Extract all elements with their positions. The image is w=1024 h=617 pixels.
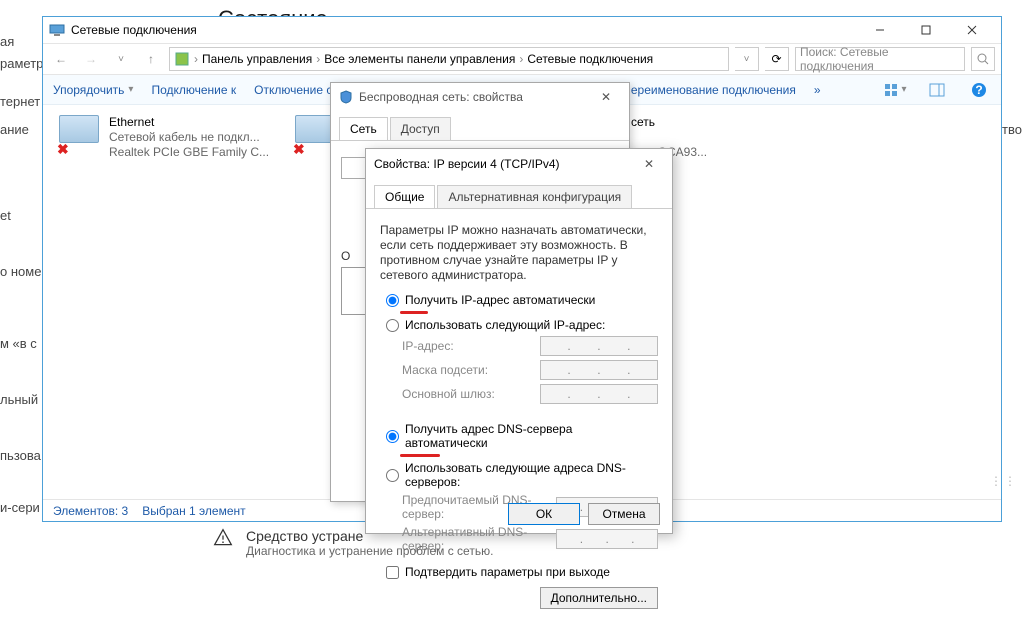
refresh-button[interactable]: ⟳ (765, 47, 789, 71)
highlight-marker (400, 454, 440, 457)
shield-icon (339, 90, 353, 104)
close-button[interactable] (949, 17, 995, 43)
checkbox-label: Подтвердить параметры при выходе (405, 565, 610, 579)
radio-input[interactable] (386, 294, 399, 307)
radio-dns-auto[interactable]: Получить адрес DNS-сервера автоматически (386, 422, 658, 450)
radio-dns-manual[interactable]: Использовать следующие адреса DNS-сервер… (386, 461, 658, 489)
radio-input[interactable] (386, 430, 399, 443)
svg-text:?: ? (975, 83, 982, 97)
troubleshooter-title: Средство устране (246, 528, 493, 544)
description-text: Параметры IP можно назначать автоматичес… (380, 223, 658, 283)
resize-grip-icon[interactable]: ⋮⋮ (990, 474, 1018, 488)
alternate-dns-field: ... (556, 529, 658, 549)
radio-input[interactable] (386, 469, 399, 482)
dialog-titlebar[interactable]: Беспроводная сеть: свойства ✕ (331, 83, 629, 111)
search-input[interactable]: Поиск: Сетевые подключения (795, 47, 965, 71)
bg-text: и-сери (0, 500, 40, 515)
troubleshooter-subtitle: Диагностика и устранение проблем с сетью… (246, 544, 493, 558)
bg-text: et (0, 208, 11, 223)
item-count: Элементов: 3 (53, 504, 128, 518)
gateway-field: ... (540, 384, 658, 404)
bg-text: раметр (0, 56, 43, 71)
organize-menu[interactable]: Упорядочить ▾ (53, 83, 133, 97)
item-name: Ethernet (109, 115, 269, 130)
control-panel-icon (174, 51, 190, 67)
item-device: Realtek PCIe GBE Family C... (109, 145, 269, 160)
tab-strip: Сеть Доступ (331, 111, 629, 141)
address-dropdown[interactable]: ˅ (735, 47, 759, 71)
forward-button[interactable]: → (79, 47, 103, 71)
tab-alternate[interactable]: Альтернативная конфигурация (437, 185, 632, 208)
validate-on-exit-checkbox[interactable]: Подтвердить параметры при выходе (386, 565, 658, 579)
radio-label: Получить IP-адрес автоматически (405, 293, 595, 307)
breadcrumb[interactable]: Все элементы панели управления (324, 52, 515, 66)
dialog-title: Свойства: IP версии 4 (TCP/IPv4) (374, 157, 628, 171)
preview-pane-button[interactable] (925, 78, 949, 102)
radio-label: Получить адрес DNS-сервера автоматически (405, 422, 658, 450)
address-bar[interactable]: › Панель управления › Все элементы панел… (169, 47, 729, 71)
ipv4-properties-dialog: Свойства: IP версии 4 (TCP/IPv4) ✕ Общие… (365, 148, 673, 534)
radio-label: Использовать следующий IP-адрес: (405, 318, 605, 332)
tab-access[interactable]: Доступ (390, 117, 451, 140)
selection-count: Выбран 1 элемент (142, 504, 245, 518)
bg-text: льный (0, 392, 38, 407)
network-item-ethernet[interactable]: ✖ Ethernet Сетевой кабель не подкл... Re… (59, 115, 269, 160)
ethernet-icon: ✖ (59, 115, 101, 153)
tab-strip: Общие Альтернативная конфигурация (366, 179, 672, 209)
breadcrumb[interactable]: Сетевые подключения (527, 52, 653, 66)
bg-text: тернет (0, 94, 40, 109)
help-button[interactable]: ? (967, 78, 991, 102)
ip-label: IP-адрес: (402, 339, 540, 353)
advanced-button[interactable]: Дополнительно... (540, 587, 658, 609)
bg-text: пьзова⁠ (0, 448, 41, 463)
bg-text: ание (0, 122, 29, 137)
radio-ip-auto[interactable]: Получить IP-адрес автоматически (386, 293, 658, 307)
tab-network[interactable]: Сеть (339, 117, 388, 140)
error-x-icon: ✖ (293, 141, 309, 157)
dialog-titlebar[interactable]: Свойства: IP версии 4 (TCP/IPv4) ✕ (366, 149, 672, 179)
window-title: Сетевые подключения (71, 23, 857, 37)
minimize-button[interactable] (857, 17, 903, 43)
cancel-button[interactable]: Отмена (588, 503, 660, 525)
tab-general[interactable]: Общие (374, 185, 435, 208)
search-text: Поиск: Сетевые подключения (800, 45, 960, 73)
radio-ip-manual[interactable]: Использовать следующий IP-адрес: (386, 318, 658, 332)
troubleshooter-link[interactable]: Средство устране Диагностика и устранени… (212, 528, 493, 558)
ip-address-field: ... (540, 336, 658, 356)
view-menu[interactable]: ▾ (883, 78, 907, 102)
more-menu[interactable]: » (814, 83, 821, 97)
checkbox-input[interactable] (386, 566, 399, 579)
item-status: Сетевой кабель не подкл... (109, 130, 269, 145)
radio-input[interactable] (386, 319, 399, 332)
close-button[interactable]: ✕ (591, 86, 621, 108)
bg-text: м «в с (0, 336, 37, 351)
rename-button[interactable]: Переименование подключения (622, 83, 796, 97)
bg-text: о номе (0, 264, 41, 279)
mask-label: Маска подсети: (402, 363, 540, 377)
connect-to-button[interactable]: Подключение к (151, 83, 236, 97)
dialog-title: Беспроводная сеть: свойства (359, 90, 585, 104)
bg-text: ая (0, 34, 14, 49)
maximize-button[interactable] (903, 17, 949, 43)
search-icon (977, 53, 989, 65)
ok-button[interactable]: ОК (508, 503, 580, 525)
close-button[interactable]: ✕ (634, 153, 664, 175)
back-button[interactable]: ← (49, 47, 73, 71)
network-icon (49, 22, 65, 38)
highlight-marker (400, 311, 428, 314)
subnet-mask-field: ... (540, 360, 658, 380)
error-x-icon: ✖ (57, 141, 73, 157)
radio-label: Использовать следующие адреса DNS-сервер… (405, 461, 658, 489)
titlebar[interactable]: Сетевые подключения (43, 17, 1001, 43)
item-name: сеть (631, 115, 707, 130)
gateway-label: Основной шлюз: (402, 387, 540, 401)
search-button[interactable] (971, 47, 995, 71)
nav-bar: ← → ˅ ↑ › Панель управления › Все элемен… (43, 43, 1001, 75)
warning-icon (212, 528, 234, 548)
up-button[interactable]: ↑ (139, 47, 163, 71)
recent-button[interactable]: ˅ (109, 47, 133, 71)
breadcrumb[interactable]: Панель управления (202, 52, 312, 66)
